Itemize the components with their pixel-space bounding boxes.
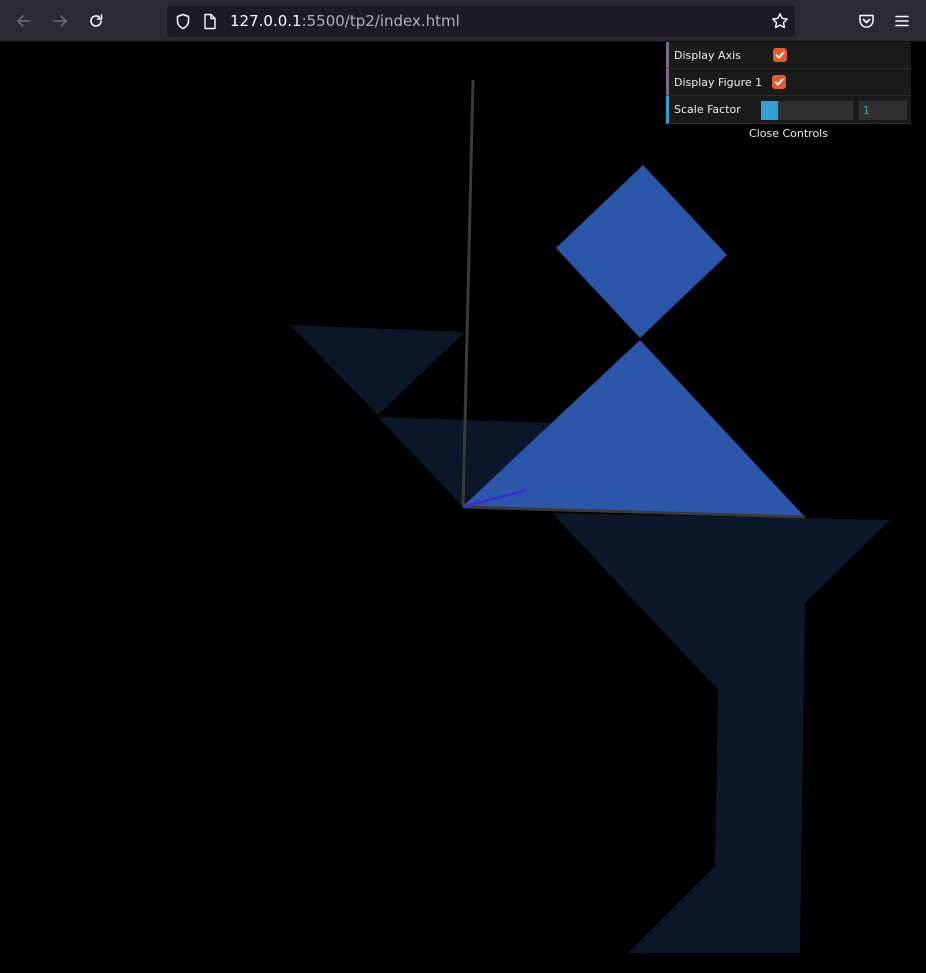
display-figure-label: Display Figure 1 xyxy=(674,76,763,89)
menu-button[interactable] xyxy=(887,6,917,36)
display-figure-control[interactable]: Display Figure 1 xyxy=(666,69,911,96)
display-axis-label: Display Axis xyxy=(674,49,741,62)
forward-button[interactable] xyxy=(45,6,75,36)
scale-factor-input[interactable]: 1 xyxy=(859,101,907,120)
shield-icon[interactable] xyxy=(175,13,191,34)
scale-factor-slider-fill xyxy=(761,101,778,120)
scale-factor-label: Scale Factor xyxy=(674,103,741,116)
pocket-button[interactable] xyxy=(851,6,881,36)
display-figure-checkbox[interactable] xyxy=(772,75,786,89)
scale-factor-slider[interactable] xyxy=(761,101,853,120)
reload-icon xyxy=(90,14,103,27)
tangram-scene xyxy=(290,79,890,953)
url-bar[interactable]: 127.0.0.1:5500/tp2/index.html xyxy=(167,6,795,37)
url-path: :5500/tp2/index.html xyxy=(301,12,460,30)
left-small-triangle xyxy=(290,325,465,415)
forward-arrow-icon xyxy=(53,15,67,27)
menu-icon xyxy=(895,15,909,27)
bottom-parallelogram xyxy=(552,513,890,953)
url-host: 127.0.0.1 xyxy=(230,12,302,30)
url-text[interactable]: 127.0.0.1:5500/tp2/index.html xyxy=(230,12,460,31)
star-icon[interactable] xyxy=(771,12,789,34)
checkmark-icon xyxy=(775,51,785,59)
back-button[interactable] xyxy=(9,6,39,36)
page-icon xyxy=(203,13,217,34)
square-piece xyxy=(556,165,727,338)
back-arrow-icon xyxy=(17,15,31,27)
reload-button[interactable] xyxy=(81,6,111,36)
webgl-canvas[interactable] xyxy=(0,42,926,973)
controls-panel: Display Axis Display Figure 1 Scale Fact… xyxy=(666,42,911,144)
display-axis-control[interactable]: Display Axis xyxy=(666,42,911,69)
scale-factor-control[interactable]: Scale Factor 1 xyxy=(666,96,911,124)
browser-toolbar: 127.0.0.1:5500/tp2/index.html xyxy=(0,0,926,42)
checkmark-icon xyxy=(774,78,784,86)
display-axis-checkbox[interactable] xyxy=(773,48,787,62)
close-controls-button[interactable]: Close Controls xyxy=(666,124,911,144)
pocket-icon xyxy=(858,14,874,28)
